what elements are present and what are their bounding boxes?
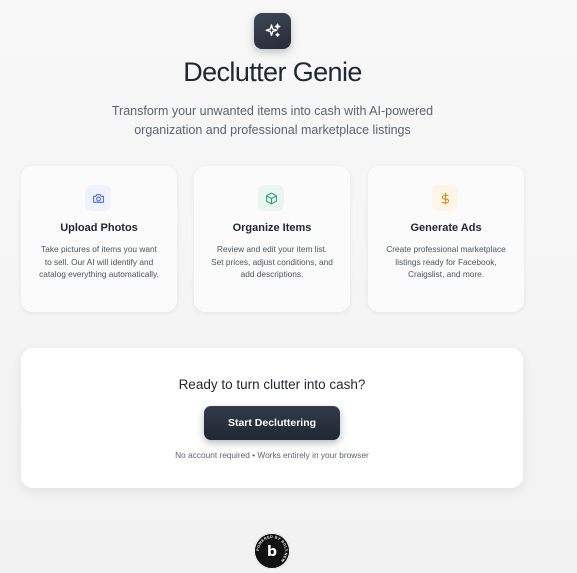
- feature-description: Review and edit your item list. Set pric…: [211, 244, 333, 280]
- feature-description: Create professional marketplace listings…: [386, 244, 506, 280]
- cta-panel: Ready to turn clutter into cash? Start D…: [21, 348, 523, 488]
- page-title: Declutter Genie: [183, 57, 362, 87]
- cta-note: No account required • Works entirely in …: [175, 450, 369, 460]
- feature-icon-wrap: [258, 185, 284, 211]
- sparkles-icon: [265, 23, 280, 37]
- cta-heading: Ready to turn clutter into cash?: [178, 377, 366, 392]
- box-icon: [265, 192, 277, 204]
- start-decluttering-button[interactable]: Start Decluttering: [204, 406, 340, 440]
- feature-heading: Generate Ads: [410, 222, 482, 234]
- feature-heading: Organize Items: [232, 222, 312, 234]
- page-subtitle: Transform your unwanted items into cash …: [111, 104, 434, 137]
- feature-icon-wrap: [432, 185, 458, 211]
- app-logo: [254, 13, 291, 49]
- feature-heading: Upload Photos: [60, 222, 138, 234]
- bolt-badge-graphic: POWERED BY BOLT.NEW b: [255, 534, 289, 568]
- dollar-icon: [441, 192, 449, 204]
- feature-icon-wrap: [85, 185, 111, 211]
- feature-card-generate-ads: Generate Ads Create professional marketp…: [368, 166, 524, 312]
- feature-card-organize-items: Organize Items Review and edit your item…: [194, 166, 350, 312]
- feature-description: Take pictures of items you want to sell.…: [39, 244, 159, 280]
- svg-text:b: b: [267, 544, 277, 560]
- bolt-badge-icon[interactable]: POWERED BY BOLT.NEW b: [254, 533, 290, 569]
- feature-card-upload-photos: Upload Photos Take pictures of items you…: [21, 166, 177, 312]
- camera-icon: [92, 193, 104, 203]
